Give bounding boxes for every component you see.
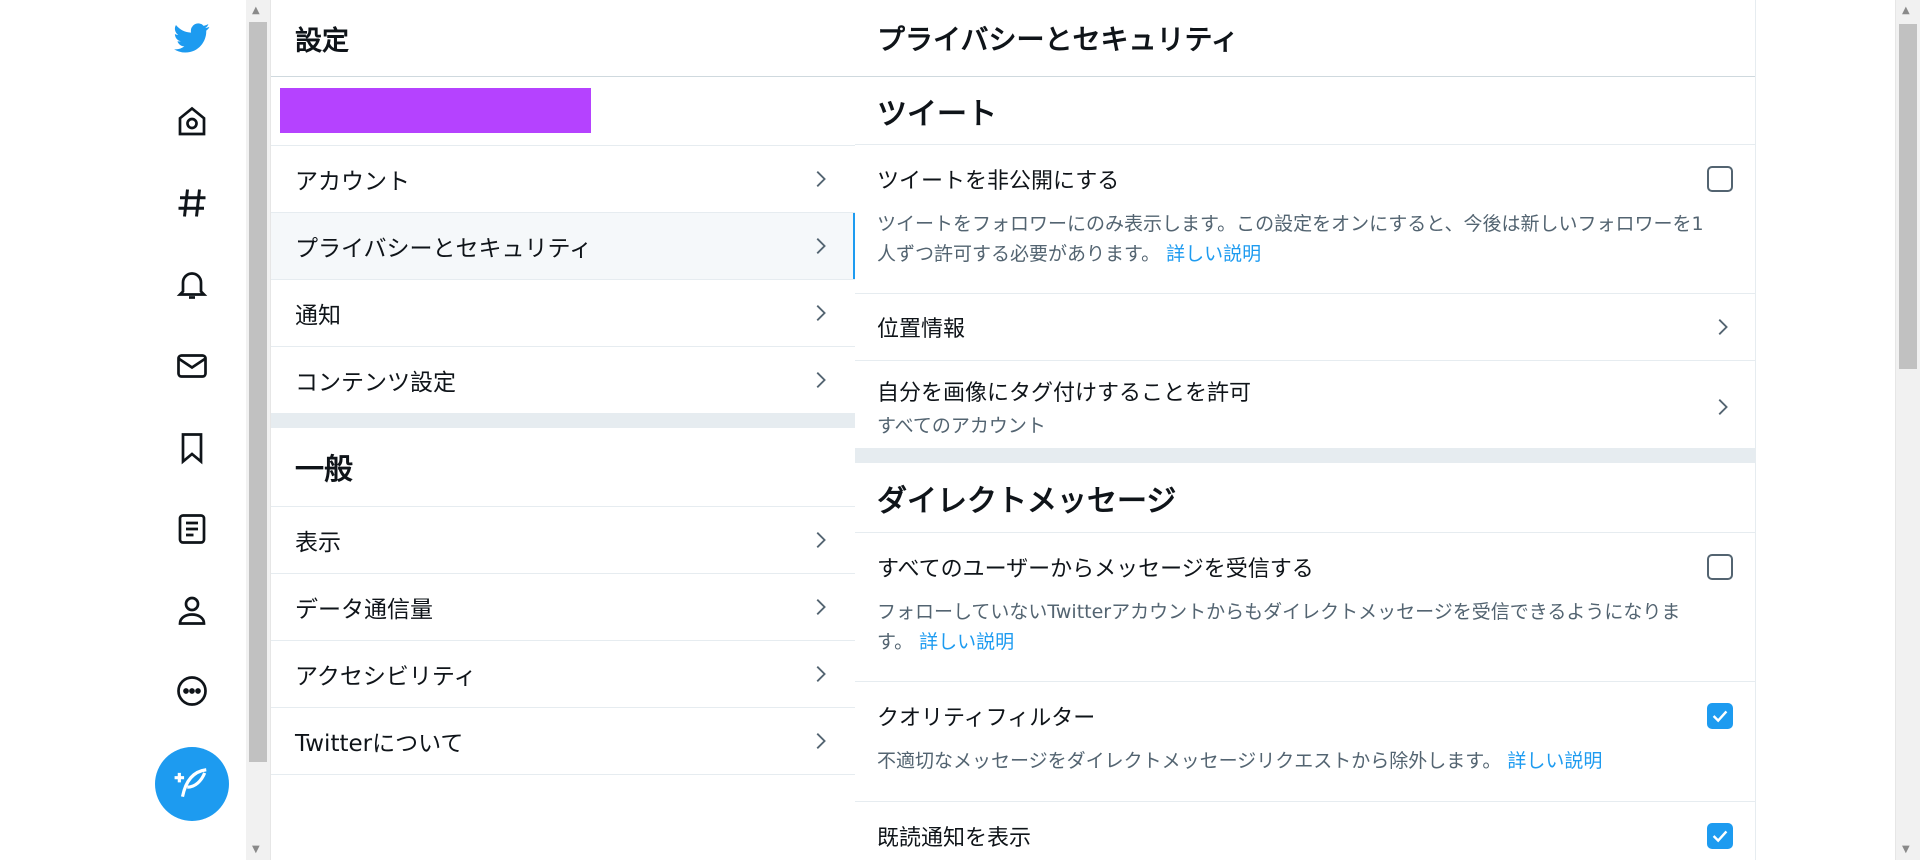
primary-nav xyxy=(0,0,246,860)
menu-item-accessibility[interactable]: アクセシビリティ xyxy=(271,641,855,708)
setting-title: 既読通知を表示 xyxy=(877,826,1032,851)
list-icon[interactable] xyxy=(170,507,214,551)
setting-title: ツイートを非公開にする xyxy=(877,169,1120,194)
hashtag-icon[interactable] xyxy=(170,181,214,225)
chevron-right-icon xyxy=(816,666,826,682)
section-divider xyxy=(855,449,1755,463)
learn-more-link[interactable]: 詳しい説明 xyxy=(1166,243,1261,265)
detail-title: プライバシーとセキュリティ xyxy=(855,0,1755,77)
setting-title: 位置情報 xyxy=(877,317,966,342)
nav-scroll-thumb[interactable] xyxy=(249,22,267,762)
dm-section-title: ダイレクトメッセージ xyxy=(855,463,1755,533)
learn-more-link[interactable]: 詳しい説明 xyxy=(1507,750,1602,772)
dm-from-anyone-setting: すべてのユーザーからメッセージを受信する フォローしていないTwitterアカウ… xyxy=(855,533,1755,682)
chevron-right-icon xyxy=(816,532,826,548)
nav-scrollbar[interactable]: ▲ ▼ xyxy=(246,0,271,860)
menu-item-privacy[interactable]: プライバシーとセキュリティ xyxy=(271,213,856,280)
account-username-row xyxy=(271,77,855,146)
menu-item-display[interactable]: 表示 xyxy=(271,507,855,574)
dm-from-anyone-checkbox[interactable] xyxy=(1707,554,1733,580)
menu-item-label: 表示 xyxy=(295,530,341,556)
scroll-up-arrow-icon[interactable]: ▲ xyxy=(1902,6,1910,16)
bookmark-icon[interactable] xyxy=(170,426,214,470)
chevron-right-icon xyxy=(1718,398,1728,415)
setting-subtitle: すべてのアカウント xyxy=(877,415,1046,437)
compose-tweet-button[interactable] xyxy=(155,747,229,821)
photo-tagging-setting[interactable]: 自分を画像にタグ付けすることを許可 すべてのアカウント xyxy=(855,361,1755,449)
menu-item-label: Twitterについて xyxy=(295,731,464,757)
quality-filter-setting: クオリティフィルター 不適切なメッセージをダイレクトメッセージリクエストから除外… xyxy=(855,682,1755,802)
menu-item-label: アクセシビリティ xyxy=(295,664,477,690)
twitter-logo-icon[interactable] xyxy=(170,16,214,60)
chevron-right-icon xyxy=(816,305,826,321)
menu-item-content[interactable]: コンテンツ設定 xyxy=(271,347,855,414)
privacy-detail-column: プライバシーとセキュリティ ツイート ツイートを非公開にする ツイートをフォロワ… xyxy=(855,0,1756,860)
menu-item-about[interactable]: Twitterについて xyxy=(271,708,855,775)
profile-icon[interactable] xyxy=(170,588,214,632)
scroll-down-arrow-icon[interactable]: ▼ xyxy=(1902,845,1910,855)
checkmark-icon xyxy=(1712,830,1728,843)
chevron-right-icon xyxy=(816,171,826,187)
scroll-down-arrow-icon[interactable]: ▼ xyxy=(252,845,260,855)
learn-more-link[interactable]: 詳しい説明 xyxy=(919,631,1014,653)
home-icon[interactable] xyxy=(170,100,214,144)
settings-column: 設定 アカウント プライバシーとセキュリティ 通知 コンテンツ設定 一般 表示 … xyxy=(271,0,856,860)
compose-tweet-icon xyxy=(174,768,207,798)
setting-description: フォローしていないTwitterアカウントからもダイレクトメッセージを受信できる… xyxy=(877,601,1681,653)
page-scroll-thumb[interactable] xyxy=(1899,24,1917,369)
menu-item-label: 通知 xyxy=(295,303,341,329)
setting-title: 自分を画像にタグ付けすることを許可 xyxy=(877,381,1252,406)
menu-item-account[interactable]: アカウント xyxy=(271,146,855,213)
setting-title: すべてのユーザーからメッセージを受信する xyxy=(877,557,1314,582)
menu-item-label: データ通信量 xyxy=(295,597,433,623)
menu-item-label: プライバシーとセキュリティ xyxy=(295,236,593,262)
chevron-right-icon xyxy=(816,733,826,749)
menu-item-data-usage[interactable]: データ通信量 xyxy=(271,574,855,641)
chevron-right-icon xyxy=(816,372,826,388)
scroll-up-arrow-icon[interactable]: ▲ xyxy=(252,6,260,16)
tweets-section-title: ツイート xyxy=(855,77,1755,145)
setting-description: ツイートをフォロワーにのみ表示します。この設定をオンにすると、今後は新しいフォロ… xyxy=(877,213,1704,265)
general-section-title: 一般 xyxy=(271,428,855,507)
page-scrollbar[interactable]: ▲ ▼ xyxy=(1895,0,1920,860)
checkmark-icon xyxy=(1712,710,1728,723)
read-receipts-setting: 既読通知を表示 xyxy=(855,802,1755,860)
menu-item-label: コンテンツ設定 xyxy=(295,370,456,396)
chevron-right-icon xyxy=(816,599,826,615)
mail-icon[interactable] xyxy=(170,344,214,388)
bell-icon[interactable] xyxy=(170,262,214,306)
settings-title: 設定 xyxy=(271,0,855,77)
chevron-right-icon xyxy=(1718,319,1728,335)
section-divider xyxy=(271,414,855,428)
setting-title: クオリティフィルター xyxy=(877,706,1096,731)
protect-tweets-checkbox[interactable] xyxy=(1707,166,1733,192)
setting-description: 不適切なメッセージをダイレクトメッセージリクエストから除外します。 詳しい説明 xyxy=(877,750,1603,772)
menu-item-notifications[interactable]: 通知 xyxy=(271,280,855,347)
more-icon[interactable] xyxy=(170,669,214,713)
protect-tweets-setting: ツイートを非公開にする ツイートをフォロワーにのみ表示します。この設定をオンにす… xyxy=(855,145,1755,294)
quality-filter-checkbox[interactable] xyxy=(1707,703,1733,729)
read-receipts-checkbox[interactable] xyxy=(1707,823,1733,849)
chevron-right-icon xyxy=(816,238,826,254)
redacted-username xyxy=(280,88,591,133)
menu-item-label: アカウント xyxy=(295,169,410,195)
location-setting[interactable]: 位置情報 xyxy=(855,294,1755,361)
